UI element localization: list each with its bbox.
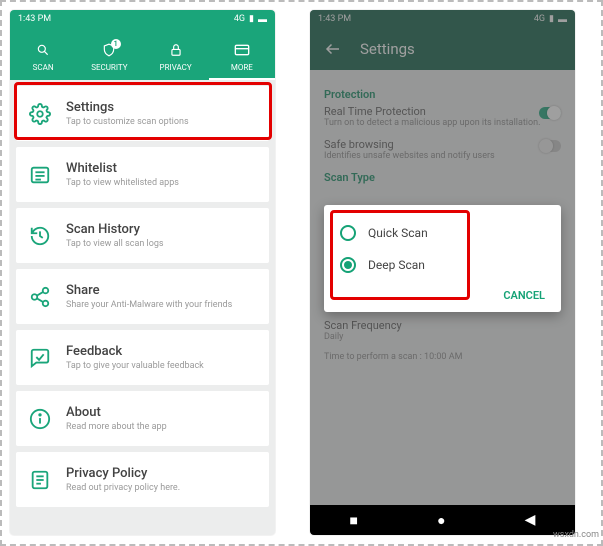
- battery-icon: ▬: [258, 14, 267, 25]
- lock-icon: [143, 41, 209, 59]
- list-item-share[interactable]: Share Share your Anti-Malware with your …: [16, 269, 269, 324]
- list-item-privacy-policy[interactable]: Privacy Policy Read out privacy policy h…: [16, 452, 269, 507]
- feedback-icon: [28, 346, 52, 370]
- status-time: 1:43 PM: [18, 14, 51, 24]
- nav-back-icon[interactable]: ◀: [525, 512, 536, 528]
- status-bar: 1:43 PM 4G ▮ ▬: [10, 10, 275, 28]
- list-item-whitelist[interactable]: Whitelist Tap to view whitelisted apps: [16, 147, 269, 202]
- item-title: Share: [66, 283, 232, 298]
- list-item-feedback[interactable]: Feedback Tap to give your valuable feedb…: [16, 330, 269, 385]
- signal-icon: ▮: [249, 14, 254, 24]
- list-item-settings[interactable]: Settings Tap to customize scan options: [16, 86, 269, 141]
- radio-icon: [340, 257, 356, 273]
- tab-privacy[interactable]: PRIVACY: [143, 41, 209, 80]
- item-title: Privacy Policy: [66, 466, 180, 481]
- nav-recent-icon[interactable]: ■: [350, 512, 358, 529]
- android-navbar: ■ ● ◀: [310, 505, 575, 535]
- radio-label: Deep Scan: [368, 258, 425, 272]
- top-tabs: SCAN 1 SECURITY PRIVACY MORE: [10, 28, 275, 80]
- doc-icon: [28, 468, 52, 492]
- item-subtitle: Tap to give your valuable feedback: [66, 361, 204, 371]
- item-subtitle: Tap to view whitelisted apps: [66, 178, 179, 188]
- more-icon: [209, 41, 275, 59]
- item-title: Scan History: [66, 222, 164, 237]
- radio-icon: [340, 225, 356, 241]
- search-icon: [10, 41, 76, 59]
- more-list: Settings Tap to customize scan options W…: [10, 86, 275, 507]
- radio-quick-scan[interactable]: Quick Scan: [340, 225, 545, 241]
- list-item-history[interactable]: Scan History Tap to view all scan logs: [16, 208, 269, 263]
- list-item-about[interactable]: About Read more about the app: [16, 391, 269, 446]
- tab-scan[interactable]: SCAN: [10, 41, 76, 80]
- left-phone: 1:43 PM 4G ▮ ▬ SCAN 1 SECURITY: [10, 10, 275, 535]
- item-subtitle: Share your Anti-Malware with your friend…: [66, 300, 232, 310]
- security-badge: 1: [111, 39, 121, 49]
- shield-icon: [76, 41, 142, 59]
- item-subtitle: Tap to customize scan options: [66, 117, 189, 127]
- tab-label: SCAN: [10, 63, 76, 72]
- history-icon: [28, 224, 52, 248]
- item-title: About: [66, 405, 167, 420]
- item-subtitle: Read more about the app: [66, 422, 167, 432]
- network-label: 4G: [234, 14, 245, 24]
- scan-type-dialog: Quick Scan Deep Scan CANCEL: [324, 205, 561, 312]
- tab-label: PRIVACY: [143, 63, 209, 72]
- right-phone: 1:43 PM 4G ▮ ▬ Settings Protection Real …: [310, 10, 575, 535]
- item-subtitle: Read out privacy policy here.: [66, 483, 180, 493]
- radio-deep-scan[interactable]: Deep Scan: [340, 257, 545, 273]
- tab-more[interactable]: MORE: [209, 41, 275, 80]
- watermark: wsxdn.com: [553, 530, 599, 540]
- tab-label: MORE: [209, 63, 275, 72]
- cancel-button[interactable]: CANCEL: [340, 289, 545, 302]
- item-title: Feedback: [66, 344, 204, 359]
- nav-home-icon[interactable]: ●: [437, 512, 445, 529]
- item-title: Whitelist: [66, 161, 179, 176]
- item-subtitle: Tap to view all scan logs: [66, 239, 164, 249]
- status-right: 4G ▮ ▬: [234, 14, 267, 25]
- tab-label: SECURITY: [76, 63, 142, 72]
- radio-label: Quick Scan: [368, 226, 428, 240]
- list-icon: [28, 163, 52, 187]
- share-icon: [28, 285, 52, 309]
- item-title: Settings: [66, 100, 189, 115]
- tab-security[interactable]: 1 SECURITY: [76, 41, 142, 80]
- gear-icon: [28, 102, 52, 126]
- info-icon: [28, 407, 52, 431]
